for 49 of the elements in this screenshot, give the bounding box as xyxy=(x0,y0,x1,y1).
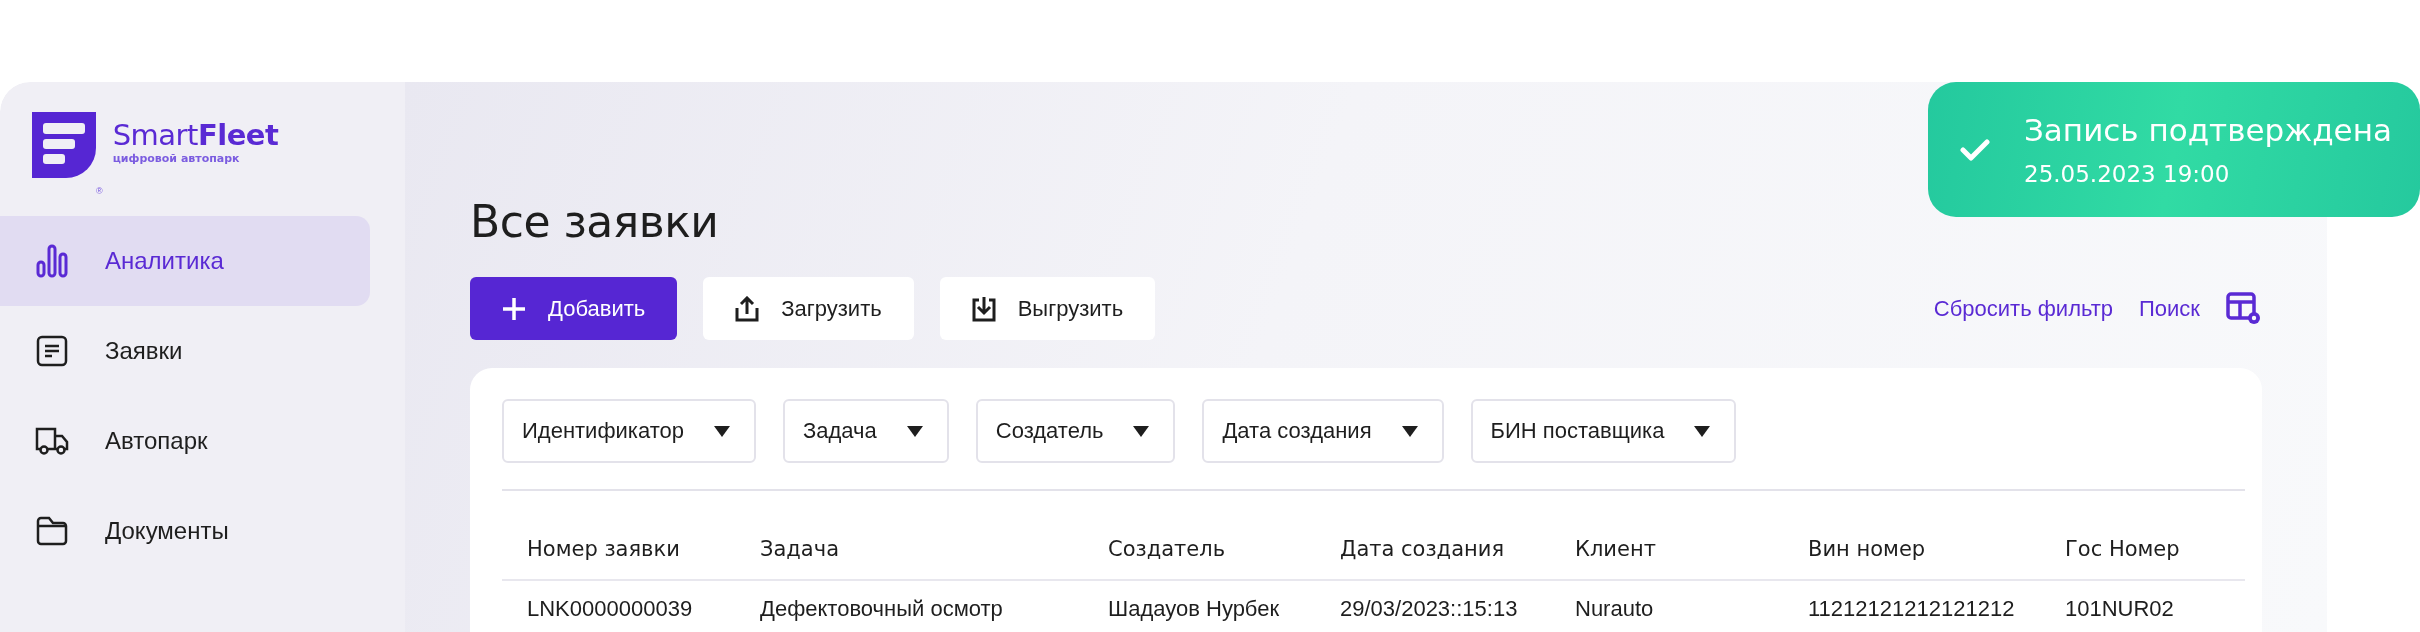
folder-icon xyxy=(35,515,69,547)
caret-icon xyxy=(1694,425,1711,437)
filter-dropdown[interactable]: БИН поставщика xyxy=(1470,399,1737,463)
truck-icon xyxy=(35,426,69,456)
table-cell-text: Шадауов Нурбек xyxy=(1108,596,1281,622)
table-cell-text: 11212121212121212 xyxy=(1808,596,2016,622)
table-cell-text: LNK0000000039 xyxy=(527,596,694,622)
logo-icon xyxy=(32,112,96,178)
sidebar-item[interactable]: Аналитика xyxy=(0,216,370,306)
caret-icon xyxy=(713,425,730,437)
toast-timestamp: 25.05.2023 19:00 xyxy=(2024,159,2231,189)
page-title: Все заявки xyxy=(470,195,720,249)
filter-dropdown[interactable]: Создатель xyxy=(975,399,1176,463)
download-button[interactable]: Выгрузить xyxy=(939,277,1156,340)
column-header: Задача xyxy=(760,536,840,561)
document-icon xyxy=(35,335,69,367)
bar-chart-icon xyxy=(35,244,69,278)
toast-title: Запись подтверждена xyxy=(2024,110,2392,150)
column-header: Вин номер xyxy=(1808,536,1927,561)
column-header: Клиент xyxy=(1575,536,1657,561)
sidebar-item[interactable]: Документы xyxy=(0,486,370,576)
table-cell-text: 101NUR02 xyxy=(2065,596,2175,622)
sidebar-item[interactable]: Автопарк xyxy=(0,396,370,486)
brand-tagline: цифровой автопарк xyxy=(112,152,241,165)
caret-icon xyxy=(1401,425,1418,437)
table-cell-text: Nurauto xyxy=(1575,596,1655,622)
filter-dropdown[interactable]: Задача xyxy=(782,399,949,463)
column-header: Создатель xyxy=(1108,536,1227,561)
sidebar-item[interactable]: Заявки xyxy=(0,306,370,396)
add-button[interactable]: Добавить xyxy=(470,277,678,340)
caret-icon xyxy=(906,425,923,437)
reset-filter-link[interactable]: Сбросить фильтр xyxy=(1933,295,2114,322)
brand-name: SmartFleet xyxy=(112,118,279,152)
filter-dropdown[interactable]: Идентификатор xyxy=(502,399,756,463)
column-header: Дата создания xyxy=(1340,536,1505,561)
column-header: Номер заявки xyxy=(527,536,681,561)
registered-mark: ® xyxy=(96,186,103,196)
table-cell-text: Дефектовочный осмотр xyxy=(760,596,1004,622)
caret-icon xyxy=(1133,425,1150,437)
table-settings-icon[interactable] xyxy=(2226,291,2262,326)
filter-dropdown[interactable]: Дата создания xyxy=(1202,399,1444,463)
download-icon xyxy=(971,295,996,322)
column-header: Гос Номер xyxy=(2065,536,2181,561)
upload-button[interactable]: Загрузить xyxy=(703,277,914,340)
upload-icon xyxy=(735,295,760,322)
search-link[interactable]: Поиск xyxy=(2139,295,2200,322)
checkmark-icon xyxy=(1960,138,1990,161)
table-cell-text: 29/03/2023::15:13 xyxy=(1340,596,1519,622)
plus-icon xyxy=(502,296,526,321)
